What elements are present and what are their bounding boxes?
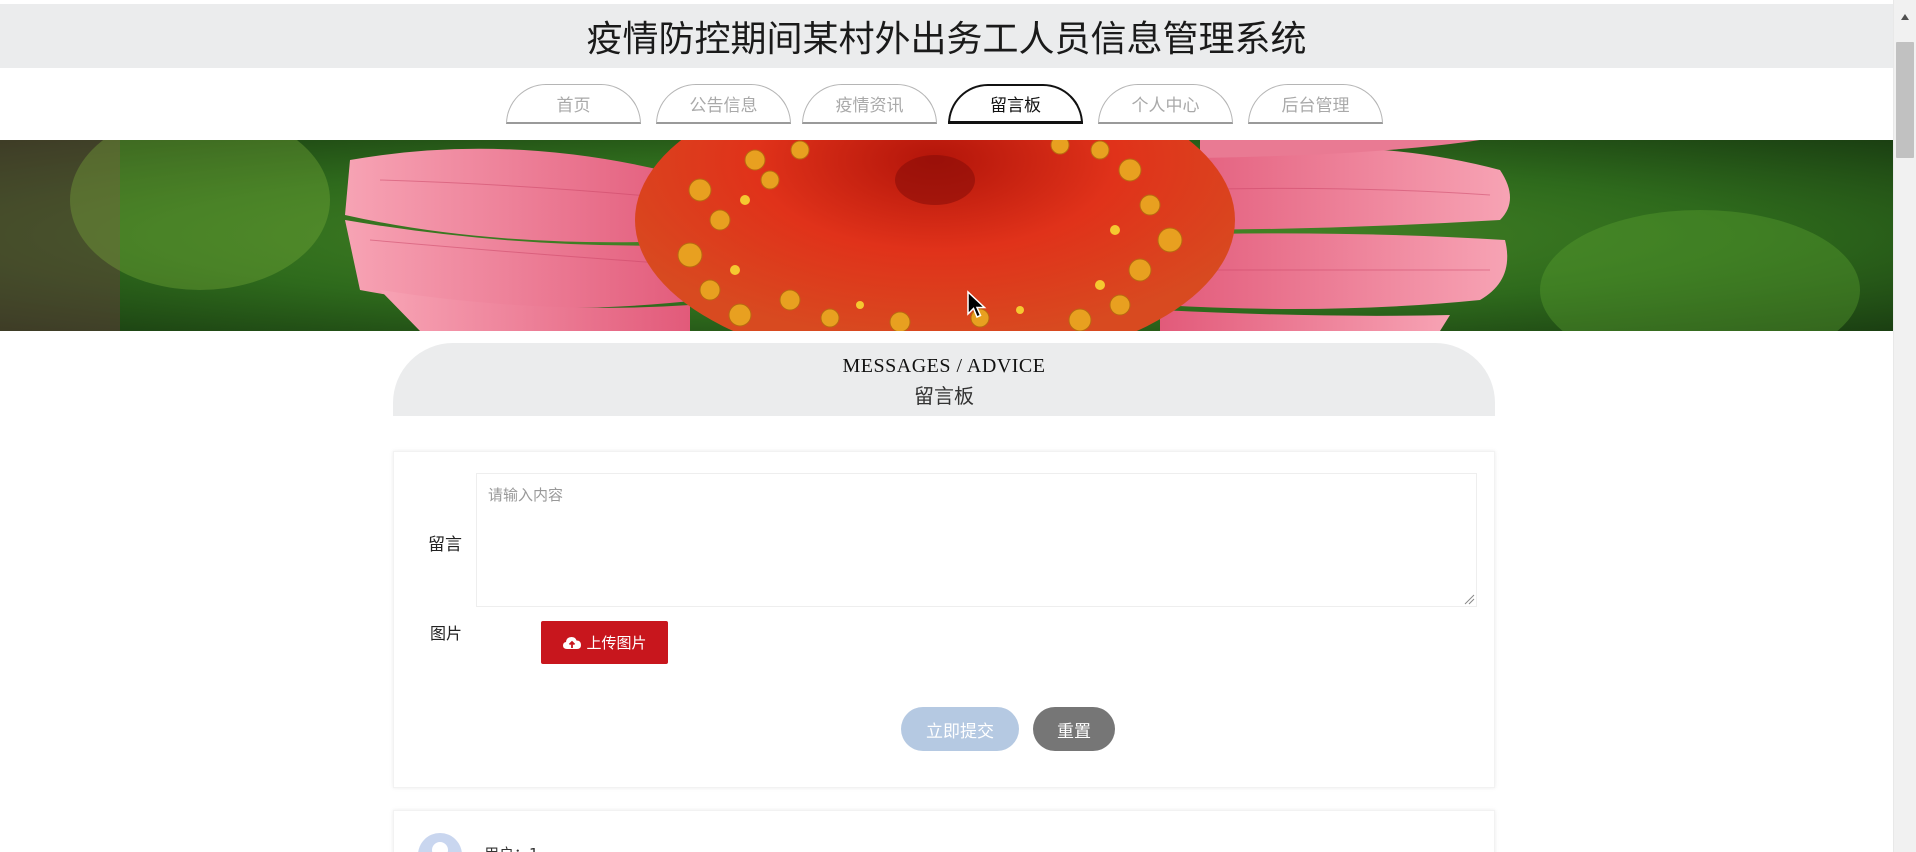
nav-tab-home[interactable]: 首页: [506, 84, 641, 124]
submit-button[interactable]: 立即提交: [901, 707, 1019, 751]
title-bar: 疫情防控期间某村外出务工人员信息管理系统: [0, 4, 1893, 68]
section-header: MESSAGES / ADVICE 留言板: [393, 343, 1495, 416]
message-textarea[interactable]: 请输入内容: [476, 473, 1477, 607]
message-form: 留言 请输入内容 图片 上传图片 立即提交 重置: [393, 451, 1495, 788]
image-label: 图片: [430, 624, 463, 643]
page-content: 疫情防控期间某村外出务工人员信息管理系统 首页 公告信息 疫情资讯 留言板 个人…: [0, 0, 1893, 852]
nav-tab-admin[interactable]: 后台管理: [1248, 84, 1383, 124]
message-label: 留言: [428, 535, 462, 555]
scrollbar-thumb[interactable]: [1896, 42, 1914, 158]
comment-username: 用户：1: [484, 843, 539, 852]
nav-tab-message-board[interactable]: 留言板: [948, 84, 1083, 124]
nav-tab-epidemic-news[interactable]: 疫情资讯: [802, 84, 937, 124]
nav-tab-personal-center[interactable]: 个人中心: [1098, 84, 1233, 124]
message-placeholder: 请输入内容: [488, 486, 564, 504]
main-nav: 首页 公告信息 疫情资讯 留言板 个人中心 后台管理: [0, 68, 1893, 140]
scroll-up-button[interactable]: [1894, 0, 1916, 34]
site-title: 疫情防控期间某村外出务工人员信息管理系统: [586, 19, 1307, 60]
banner-image: [0, 140, 1893, 331]
section-title-cn: 留言板: [914, 386, 974, 408]
section-title-en: MESSAGES / ADVICE: [842, 355, 1046, 377]
vertical-scrollbar[interactable]: [1893, 0, 1916, 852]
upload-image-button[interactable]: 上传图片: [541, 621, 668, 664]
nav-tab-announcements[interactable]: 公告信息: [656, 84, 791, 124]
user-avatar-icon: [418, 833, 462, 852]
page: 疫情防控期间某村外出务工人员信息管理系统 首页 公告信息 疫情资讯 留言板 个人…: [0, 0, 1916, 852]
comment-item: 用户：1: [393, 810, 1495, 852]
reset-button[interactable]: 重置: [1033, 707, 1115, 751]
triangle-up-icon: [1901, 14, 1909, 20]
resize-grip-icon[interactable]: [1463, 593, 1475, 605]
upload-image-label: 上传图片: [586, 634, 647, 652]
cloud-upload-icon: [563, 636, 582, 649]
